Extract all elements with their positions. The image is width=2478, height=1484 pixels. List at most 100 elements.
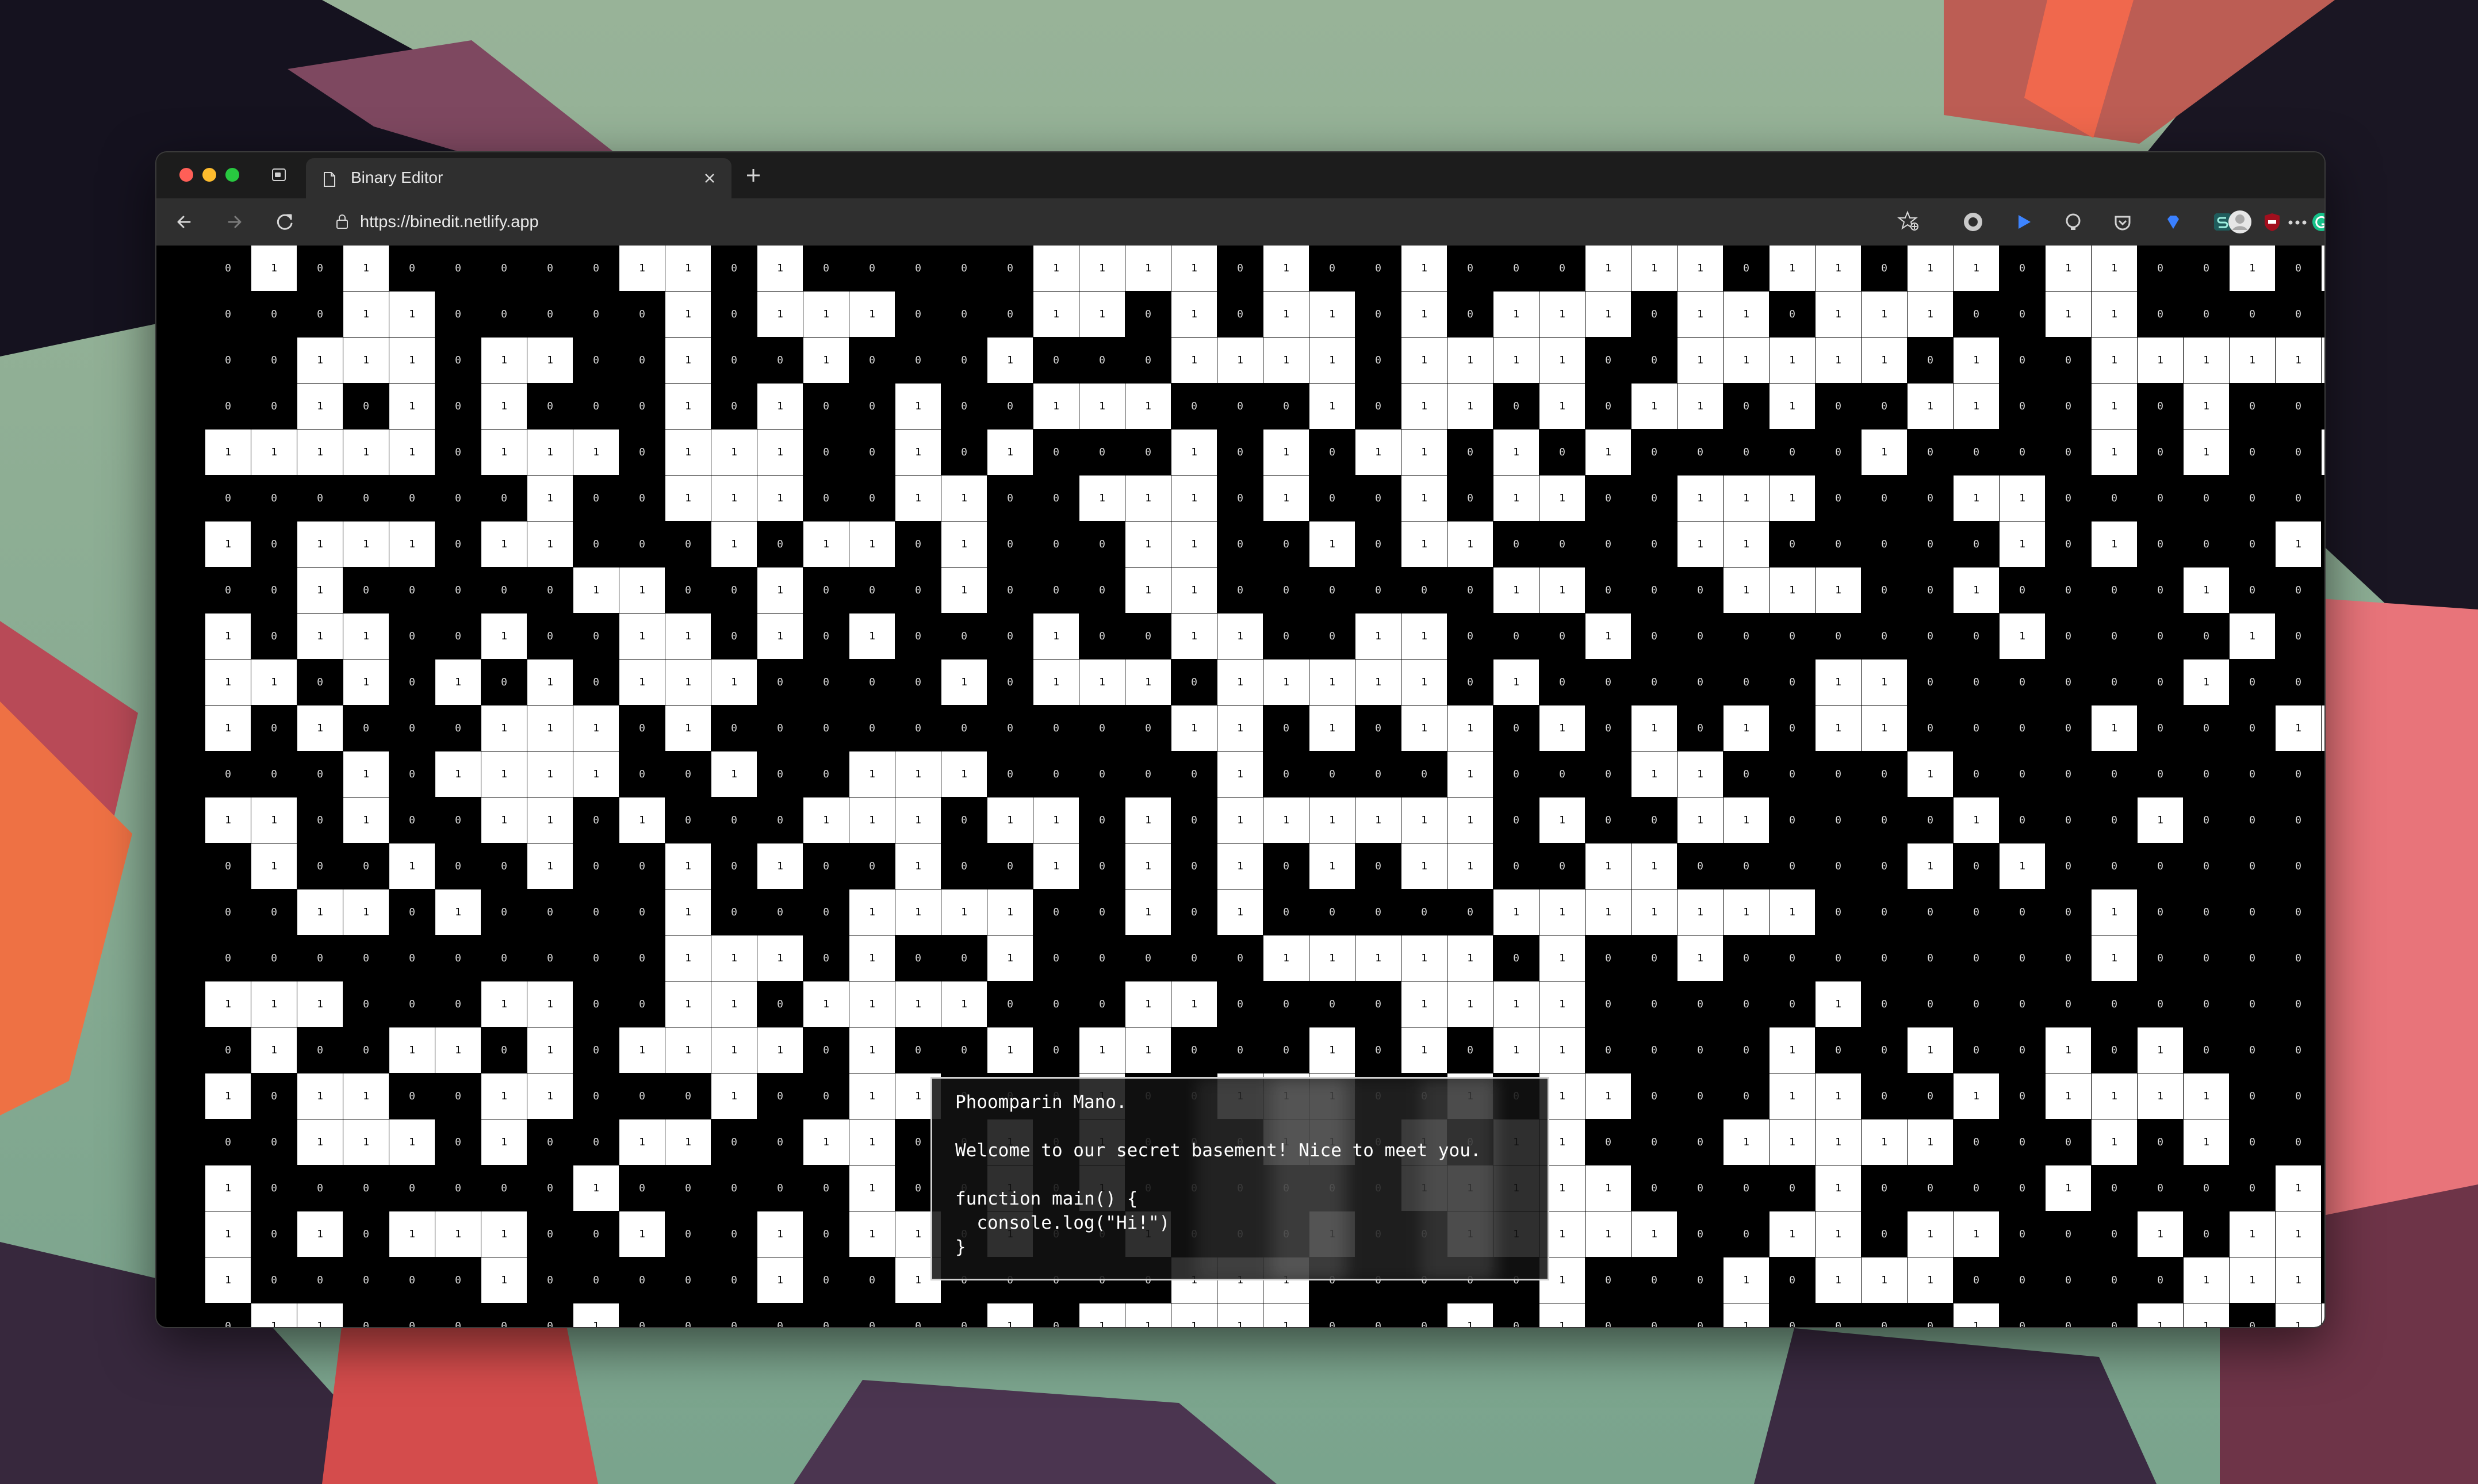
binary-cell[interactable]: 0 — [1493, 797, 1539, 843]
binary-cell[interactable]: 0 — [1171, 935, 1217, 981]
binary-cell[interactable]: 1 — [481, 705, 527, 751]
binary-cell[interactable]: 1 — [1079, 659, 1125, 705]
binary-cell[interactable]: 0 — [251, 476, 297, 521]
binary-cell[interactable]: 1 — [803, 292, 849, 337]
binary-cell[interactable]: 0 — [2276, 797, 2321, 843]
binary-cell[interactable]: 0 — [987, 843, 1033, 889]
binary-cell[interactable]: 0 — [1770, 613, 1815, 659]
binary-cell[interactable]: 1 — [619, 1027, 665, 1073]
binary-cell[interactable]: 1 — [1217, 613, 1263, 659]
binary-cell[interactable]: 1 — [389, 338, 435, 383]
binary-cell[interactable]: 0 — [2230, 705, 2275, 751]
binary-cell[interactable]: 0 — [2138, 1119, 2183, 1165]
binary-cell[interactable]: 1 — [1539, 935, 1585, 981]
binary-cell[interactable]: 0 — [435, 797, 481, 843]
binary-cell[interactable]: 0 — [2184, 476, 2229, 521]
binary-cell[interactable]: 1 — [1309, 292, 1355, 337]
binary-cell[interactable]: 0 — [803, 705, 849, 751]
binary-cell[interactable]: 0 — [619, 843, 665, 889]
binary-cell[interactable]: 1 — [2276, 1303, 2321, 1327]
new-tab-icon[interactable] — [743, 165, 764, 186]
binary-cell[interactable]: 0 — [1033, 751, 1079, 797]
binary-cell[interactable]: 0 — [481, 476, 527, 521]
binary-cell[interactable]: 1 — [205, 1211, 251, 1257]
binary-cell[interactable]: 1 — [297, 1211, 343, 1257]
binary-cell[interactable]: 0 — [711, 797, 757, 843]
binary-cell[interactable]: 0 — [1954, 751, 1999, 797]
binary-cell[interactable]: 0 — [251, 751, 297, 797]
binary-cell[interactable]: 0 — [1908, 613, 1953, 659]
binary-cell[interactable]: 0 — [2276, 981, 2321, 1027]
binary-cell[interactable]: 0 — [619, 384, 665, 429]
binary-cell[interactable]: 1 — [1263, 338, 1309, 383]
binary-cell[interactable]: 0 — [1585, 705, 1631, 751]
binary-cell[interactable]: 0 — [2000, 705, 2045, 751]
binary-cell[interactable]: 1 — [343, 292, 389, 337]
binary-cell[interactable]: 0 — [2138, 1257, 2183, 1303]
binary-cell[interactable]: 1 — [251, 659, 297, 705]
binary-cell[interactable]: 0 — [803, 1211, 849, 1257]
binary-cell[interactable]: 1 — [389, 521, 435, 567]
binary-cell[interactable]: 1 — [1631, 705, 1677, 751]
binary-cell[interactable]: 0 — [1631, 981, 1677, 1027]
binary-cell[interactable]: 1 — [1079, 246, 1125, 291]
binary-cell[interactable]: 0 — [1631, 797, 1677, 843]
binary-cell[interactable]: 0 — [1263, 384, 1309, 429]
binary-cell[interactable]: 1 — [435, 751, 481, 797]
binary-cell[interactable]: 0 — [297, 476, 343, 521]
binary-cell[interactable]: 1 — [1033, 384, 1079, 429]
binary-cell[interactable]: 1 — [1033, 292, 1079, 337]
binary-cell[interactable]: 0 — [527, 384, 573, 429]
binary-cell[interactable]: 1 — [2000, 476, 2045, 521]
binary-cell[interactable]: 0 — [619, 1303, 665, 1327]
binary-cell[interactable]: 1 — [757, 935, 803, 981]
binary-cell[interactable]: 0 — [1355, 1303, 1401, 1327]
binary-cell[interactable]: 0 — [1954, 843, 1999, 889]
binary-cell[interactable]: 0 — [2092, 1257, 2137, 1303]
binary-cell[interactable]: 1 — [619, 659, 665, 705]
binary-cell[interactable]: 1 — [1447, 705, 1493, 751]
binary-cell[interactable]: 0 — [2184, 797, 2229, 843]
binary-cell[interactable]: 1 — [527, 430, 573, 475]
binary-cell[interactable]: 0 — [2092, 476, 2137, 521]
binary-cell[interactable]: 1 — [1585, 1073, 1631, 1119]
binary-cell[interactable]: 0 — [1539, 246, 1585, 291]
binary-cell[interactable]: 1 — [849, 1119, 895, 1165]
binary-cell[interactable]: 0 — [1724, 1027, 1769, 1073]
binary-cell[interactable]: 1 — [711, 935, 757, 981]
binary-cell[interactable]: 1 — [941, 981, 987, 1027]
binary-cell[interactable]: 0 — [1908, 659, 1953, 705]
binary-cell[interactable]: 1 — [527, 1073, 573, 1119]
binary-cell[interactable]: 0 — [2000, 246, 2045, 291]
binary-cell[interactable]: 0 — [2046, 659, 2091, 705]
binary-cell[interactable]: 1 — [389, 1119, 435, 1165]
binary-cell[interactable]: 1 — [987, 1027, 1033, 1073]
binary-cell[interactable]: 0 — [389, 797, 435, 843]
profile-avatar-icon[interactable] — [2227, 209, 2253, 235]
binary-cell[interactable]: 1 — [1125, 567, 1171, 613]
binary-cell[interactable]: 1 — [2184, 1073, 2229, 1119]
binary-cell[interactable]: 0 — [205, 1303, 251, 1327]
binary-cell[interactable]: 1 — [1171, 338, 1217, 383]
binary-cell[interactable]: 0 — [1447, 567, 1493, 613]
binary-cell[interactable]: 0 — [435, 292, 481, 337]
binary-cell[interactable]: 0 — [803, 613, 849, 659]
binary-cell[interactable]: 0 — [1816, 476, 1861, 521]
binary-cell[interactable]: 1 — [573, 430, 619, 475]
binary-cell[interactable]: 0 — [2046, 430, 2091, 475]
binary-cell[interactable]: 0 — [1954, 1165, 1999, 1211]
binary-cell[interactable]: 1 — [1171, 981, 1217, 1027]
binary-cell[interactable]: 0 — [1309, 751, 1355, 797]
binary-cell[interactable]: 0 — [251, 1119, 297, 1165]
binary-cell[interactable]: 0 — [1954, 1257, 1999, 1303]
binary-cell[interactable]: 0 — [435, 384, 481, 429]
binary-cell[interactable]: 0 — [481, 246, 527, 291]
binary-cell[interactable]: 0 — [1862, 1073, 1907, 1119]
binary-cell[interactable]: 0 — [297, 843, 343, 889]
binary-cell[interactable]: 0 — [251, 567, 297, 613]
binary-cell[interactable]: 0 — [1217, 246, 1263, 291]
binary-cell[interactable]: 0 — [435, 338, 481, 383]
binary-cell[interactable]: 0 — [711, 613, 757, 659]
binary-cell[interactable]: 0 — [1355, 889, 1401, 935]
binary-cell[interactable]: 0 — [619, 1257, 665, 1303]
